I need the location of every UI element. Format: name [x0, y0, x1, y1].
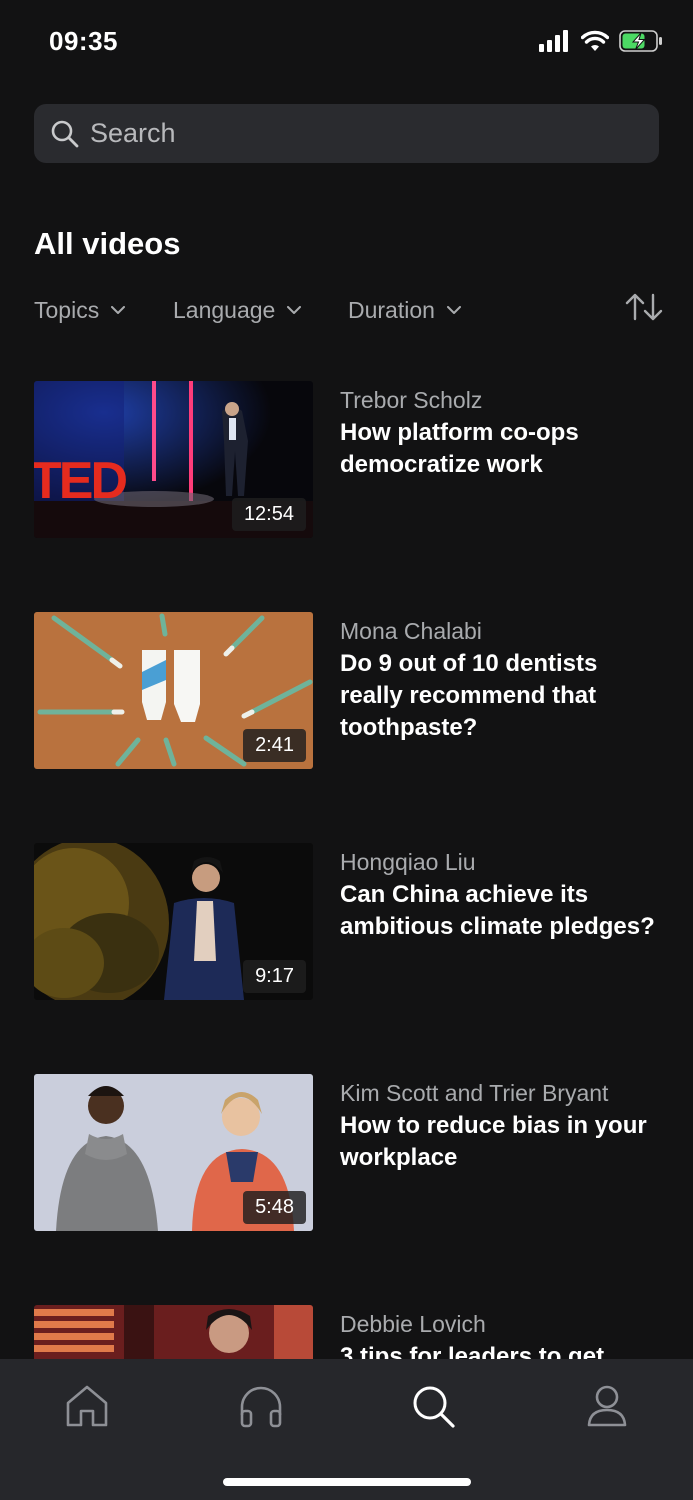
video-speaker: Kim Scott and Trier Bryant [340, 1080, 609, 1106]
tab-home[interactable] [64, 1383, 110, 1429]
chevron-down-icon [287, 306, 302, 314]
search-icon [413, 1386, 455, 1428]
ted-logo: TED [34, 452, 128, 510]
chevron-down-icon [446, 306, 461, 314]
home-icon [66, 1385, 108, 1427]
headphones-icon [240, 1386, 282, 1428]
filter-duration-label: Duration [348, 297, 435, 323]
video-duration: 5:48 [243, 1191, 306, 1224]
video-duration: 2:41 [243, 729, 306, 762]
search-input[interactable] [90, 118, 610, 149]
video-item[interactable]: 9:17 Hongqiao Liu Can China achieve its … [34, 843, 664, 1003]
video-thumbnail[interactable]: 5:48 [34, 1074, 313, 1231]
video-meta: Mona Chalabi Do 9 out of 10 dentists rea… [340, 617, 664, 744]
sort-arrows-icon [625, 293, 663, 321]
video-speaker: Hongqiao Liu [340, 849, 476, 875]
screen: 09:35 Search All videos Topics Language … [0, 0, 693, 1500]
video-item[interactable]: TED 12:54 Trebor Scholz How platform co-… [34, 381, 664, 541]
filter-bar: Topics Language Duration [34, 293, 664, 337]
sort-button[interactable] [624, 293, 664, 326]
video-item[interactable]: 2:41 Mona Chalabi Do 9 out of 10 dentist… [34, 612, 664, 772]
video-speaker: Trebor Scholz [340, 387, 483, 413]
video-item[interactable]: 5:48 Kim Scott and Trier Bryant How to r… [34, 1074, 664, 1234]
video-title[interactable]: How platform co-ops democratize work [340, 417, 664, 481]
signal-icon [539, 30, 568, 52]
chevron-down-icon [111, 306, 126, 314]
status-bar: 09:35 [0, 0, 693, 84]
video-title[interactable]: Do 9 out of 10 dentists really recommend… [340, 648, 664, 744]
video-title[interactable]: How to reduce bias in your workplace [340, 1110, 664, 1174]
status-time: 09:35 [49, 26, 118, 56]
wifi-icon [581, 30, 609, 51]
video-meta: Kim Scott and Trier Bryant How to reduce… [340, 1079, 664, 1174]
filter-language-label: Language [173, 297, 276, 323]
status-icons [539, 30, 663, 52]
video-duration: 12:54 [231, 498, 306, 531]
page-title: All videos [34, 226, 181, 261]
video-meta: Hongqiao Liu Can China achieve its ambit… [340, 848, 664, 943]
profile-icon [587, 1385, 627, 1427]
video-thumbnail[interactable]: 9:17 [34, 843, 313, 1000]
tab-profile[interactable] [584, 1383, 630, 1429]
filter-topics-label: Topics [34, 297, 100, 323]
home-indicator [223, 1478, 471, 1486]
video-meta: Trebor Scholz How platform co-ops democr… [340, 386, 664, 481]
video-speaker: Debbie Lovich [340, 1311, 486, 1337]
battery-charging-icon [619, 30, 662, 52]
video-speaker: Mona Chalabi [340, 618, 482, 644]
filter-language[interactable]: Language [173, 297, 302, 324]
search-icon [51, 120, 79, 147]
filter-duration[interactable]: Duration [348, 297, 461, 324]
video-duration: 9:17 [243, 960, 306, 993]
tab-search[interactable] [410, 1383, 456, 1429]
video-thumbnail[interactable]: TED 12:54 [34, 381, 313, 538]
video-title[interactable]: Can China achieve its ambitious climate … [340, 879, 664, 943]
tab-podcasts[interactable] [238, 1383, 284, 1429]
video-thumbnail[interactable]: 2:41 [34, 612, 313, 769]
filter-topics[interactable]: Topics [34, 297, 126, 324]
search-bar[interactable] [34, 104, 659, 163]
